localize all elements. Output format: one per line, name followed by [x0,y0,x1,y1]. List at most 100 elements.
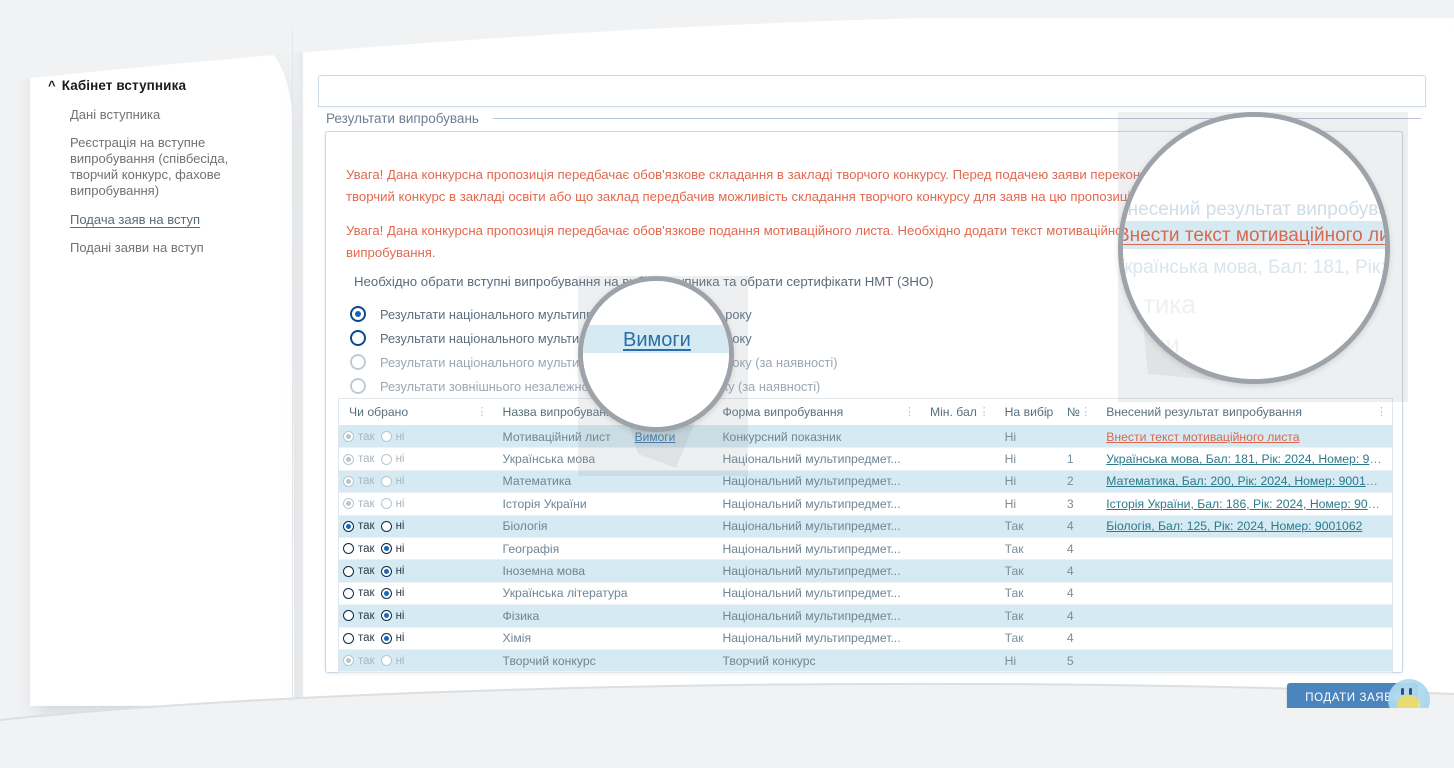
cell-selected[interactable]: так ні [339,515,493,538]
table-row[interactable]: так ні Біологія Національний мультипредмет.… [339,515,1392,538]
yes-no-radio-pair[interactable]: так ні [343,587,483,599]
radio-label-yes: так [358,565,375,578]
radio-label-yes: так [358,542,375,555]
cell-selected[interactable]: так ні [339,582,493,606]
result-link[interactable]: Біологія, Бал: 125, Рік: 2024, Номер: 90… [1106,519,1362,533]
column-menu-icon[interactable]: ⋮ [904,407,915,418]
radio-icon-no[interactable] [380,610,392,622]
radio-icon-no[interactable] [380,543,392,555]
avatar-eye-left [1401,688,1404,695]
yes-no-radio-pair[interactable]: так ні [343,498,483,510]
cell-selected[interactable]: так ні [339,604,493,628]
cell-result[interactable]: Історія України, Бал: 186, Рік: 2024, Но… [1096,492,1392,516]
cell-result[interactable] [1096,627,1392,650]
column-header-result[interactable]: Внесений результат випробування ⋮ [1096,399,1392,426]
column-menu-icon[interactable]: ⋮ [696,407,707,418]
cell-min-score [919,425,995,449]
table-row[interactable]: так ні Фізика Національний мультипредмет...… [339,604,1392,628]
column-menu-icon[interactable]: ⋮ [1376,407,1387,418]
radio-option-nmt-2023[interactable]: Результати національного мультипредметно… [350,326,1380,350]
radio-icon-yes[interactable] [343,520,354,532]
cell-exam-form: Національний мультипредмет... [712,470,920,494]
cell-number: 4 [1056,627,1097,650]
yes-no-radio-pair[interactable]: так ні [343,543,483,555]
cell-result[interactable]: Біологія, Бал: 125, Рік: 2024, Номер: 90… [1096,515,1392,538]
column-menu-icon[interactable]: ⋮ [1080,407,1091,418]
radio-icon-unchecked[interactable] [350,330,366,346]
cell-min-score [919,492,995,516]
table-row[interactable]: так ні Українська література Національний м… [339,582,1392,606]
column-menu-icon[interactable]: ⋮ [1041,407,1052,418]
cell-result[interactable] [1096,559,1392,583]
table-row[interactable]: так ні Математика Національний мультипредме… [339,470,1392,494]
exam-name-label: Іноземна мова [502,564,586,579]
yes-no-radio-pair[interactable]: так ні [343,453,483,465]
column-header-optional[interactable]: На вибір ⋮ [994,399,1057,426]
column-menu-icon[interactable]: ⋮ [477,407,488,418]
radio-icon-yes[interactable] [343,543,354,555]
yes-no-radio-pair[interactable]: так ні [343,565,483,577]
radio-option-nmt-2024[interactable]: Результати національного мультипредметно… [350,302,1380,326]
column-header-selected[interactable]: Чи обрано ⋮ [339,399,493,426]
radio-option-nmt-2022[interactable]: Результати національного мультипредметно… [350,350,1380,374]
cell-selected[interactable]: так ні [339,470,493,494]
cell-selected[interactable]: так ні [339,492,493,516]
cell-result[interactable] [1096,537,1392,561]
cell-number [1056,425,1097,449]
requirements-link[interactable]: Вимоги [635,430,676,444]
cell-selected[interactable]: так ні [339,447,493,471]
column-header-minscore[interactable]: Мін. бал ⋮ [919,399,995,426]
column-header-num[interactable]: № ⋮ [1056,399,1097,426]
result-link[interactable]: Внести текст мотиваційного листа [1106,430,1299,444]
cell-result[interactable]: Математика, Бал: 200, Рік: 2024, Номер: … [1096,470,1392,494]
radio-icon-checked[interactable] [350,306,366,322]
radio-label-no: ні [395,587,405,600]
radio-icon-yes[interactable] [343,587,354,599]
radio-icon-yes[interactable] [343,565,354,577]
cell-result[interactable]: Внести текст мотиваційного листа [1096,425,1392,449]
yes-no-radio-pair[interactable]: так ні [343,520,483,532]
yes-no-radio-pair[interactable]: так ні [343,632,483,644]
sidebar-item-applicant-data[interactable]: Дані вступника [70,107,274,123]
table-row[interactable]: так ні Іноземна мова Національний мультипре… [339,559,1392,583]
sidebar-header[interactable]: ^ Кабінет вступника [48,78,274,94]
yes-no-radio-pair[interactable]: так ні [343,655,483,667]
radio-icon-no[interactable] [380,565,392,577]
cell-result[interactable] [1096,582,1392,606]
radio-icon-yes[interactable] [343,632,354,644]
table-row[interactable]: так ні Українська мова Національний мультип… [339,447,1392,471]
radio-icon-no[interactable] [380,632,392,644]
sidebar-item-submitted-applications[interactable]: Подані заяви на вступ [70,240,274,256]
radio-option-zno-2021[interactable]: Результати зовнішнього незалежного оціню… [350,374,1380,398]
table-row[interactable]: так ні Творчий конкурс Творчий конкурс Ні 5 [339,649,1392,673]
cell-selected[interactable]: так ні [339,425,493,449]
column-menu-icon[interactable]: ⋮ [979,407,990,418]
yes-no-radio-pair[interactable]: так ні [343,610,483,622]
sidebar-item-exam-registration[interactable]: Реєстрація на вступне випробування (спів… [70,135,274,199]
radio-icon-no[interactable] [380,587,392,599]
cell-result[interactable]: Українська мова, Бал: 181, Рік: 2024, Но… [1096,447,1392,471]
cell-result[interactable] [1096,604,1392,628]
sidebar-item-submit-applications[interactable]: Подача заяв на вступ [70,212,274,228]
column-header-form[interactable]: Форма випробування ⋮ [712,399,920,426]
result-link[interactable]: Математика, Бал: 200, Рік: 2024, Номер: … [1106,474,1386,488]
cell-selected[interactable]: так ні [339,559,493,583]
result-link[interactable]: Історія України, Бал: 186, Рік: 2024, Но… [1106,497,1391,511]
yes-no-radio-pair[interactable]: так ні [343,475,483,487]
yes-no-radio-pair[interactable]: так ні [343,431,483,443]
table-row[interactable]: так ні Мотиваційний лист Вимоги Конкурсний п… [339,425,1392,449]
radio-icon-no[interactable] [380,520,392,532]
cell-selected[interactable]: так ні [339,537,493,561]
table-row[interactable]: так ні Хімія Національний мультипредмет... Т… [339,627,1392,650]
warning-motivation-letter: Увага! Дана конкурсна пропозиція передба… [346,223,1306,260]
table-row[interactable]: так ні Географія Національний мультипредмет… [339,537,1392,561]
radio-icon-yes [343,431,354,443]
cell-selected[interactable]: так ні [339,649,493,673]
radio-icon-yes[interactable] [343,610,354,622]
cell-selected[interactable]: так ні [339,627,493,650]
result-link[interactable]: Українська мова, Бал: 181, Рік: 2024, Но… [1106,452,1392,466]
column-header-name[interactable]: Назва випробування ⋮ [492,399,713,426]
table-row[interactable]: так ні Історія України Національний мультип… [339,492,1392,516]
cell-result[interactable] [1096,649,1392,673]
user-avatar-icon[interactable] [1388,679,1430,708]
